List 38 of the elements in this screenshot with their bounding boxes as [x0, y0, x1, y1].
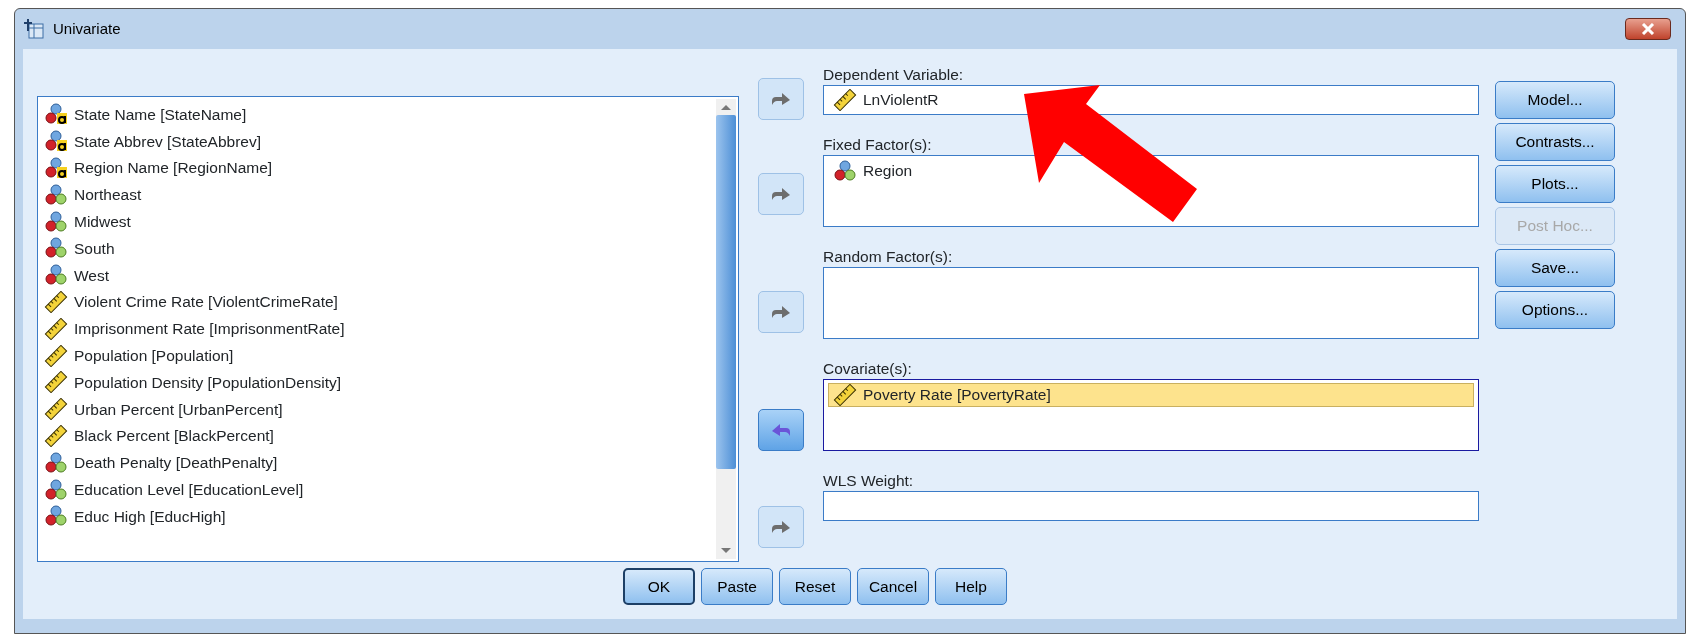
dialog-button[interactable]: Model...: [1495, 81, 1615, 119]
variable-item[interactable]: Region Name [RegionName]: [44, 154, 714, 182]
input-field[interactable]: LnViolentR: [823, 85, 1479, 115]
variable-item[interactable]: Population [Population]: [44, 342, 714, 369]
field-label: Random Factor(s):: [823, 247, 954, 267]
dialog-button[interactable]: Paste: [701, 568, 773, 605]
variable-item[interactable]: State Name [StateName]: [44, 101, 714, 128]
field-label: Dependent Variable:: [823, 65, 965, 85]
dialog-button[interactable]: Reset: [779, 568, 851, 605]
variable-item[interactable]: LnViolentR: [828, 88, 944, 112]
dialog-button[interactable]: Plots...: [1495, 165, 1615, 203]
variable-item[interactable]: Imprisonment Rate [ImprisonmentRate]: [44, 315, 714, 343]
dialog-button[interactable]: Save...: [1495, 249, 1615, 287]
variable-item[interactable]: Educ High [EducHigh]: [44, 502, 714, 530]
variable-item[interactable]: Violent Crime Rate [ViolentCrimeRate]: [44, 288, 714, 316]
variable-box[interactable]: Region: [823, 155, 1479, 227]
dialog-button[interactable]: Contrasts...: [1495, 123, 1615, 161]
window-title: Univariate: [53, 18, 121, 39]
variable-item[interactable]: Northeast: [44, 181, 714, 209]
variable-item[interactable]: Black Percent [BlackPercent]: [44, 422, 714, 450]
variable-item[interactable]: Poverty Rate [PovertyRate]: [828, 383, 1474, 407]
variable-item[interactable]: Urban Percent [UrbanPercent]: [44, 395, 714, 423]
dialog-button[interactable]: Help: [935, 568, 1007, 605]
variable-item[interactable]: State Abbrev [StateAbbrev]: [44, 127, 714, 155]
field-label: Fixed Factor(s):: [823, 135, 933, 155]
variable-item[interactable]: Midwest: [44, 208, 714, 235]
variable-item[interactable]: Death Penalty [DeathPenalty]: [44, 449, 714, 477]
field-label: WLS Weight:: [823, 471, 915, 491]
variable-item[interactable]: Education Level [EducationLevel]: [44, 476, 714, 503]
variable-item[interactable]: Population Density [PopulationDensity]: [44, 368, 714, 396]
dialog-button[interactable]: Options...: [1495, 291, 1615, 329]
field-label: Covariate(s):: [823, 359, 913, 379]
variable-item[interactable]: South: [44, 235, 714, 262]
dialog-button[interactable]: Cancel: [857, 568, 929, 605]
ok-button[interactable]: OK: [623, 568, 695, 605]
variable-item[interactable]: Region: [828, 159, 1474, 183]
variable-box[interactable]: Poverty Rate [PovertyRate]: [823, 379, 1479, 451]
variable-item[interactable]: West: [44, 261, 714, 289]
